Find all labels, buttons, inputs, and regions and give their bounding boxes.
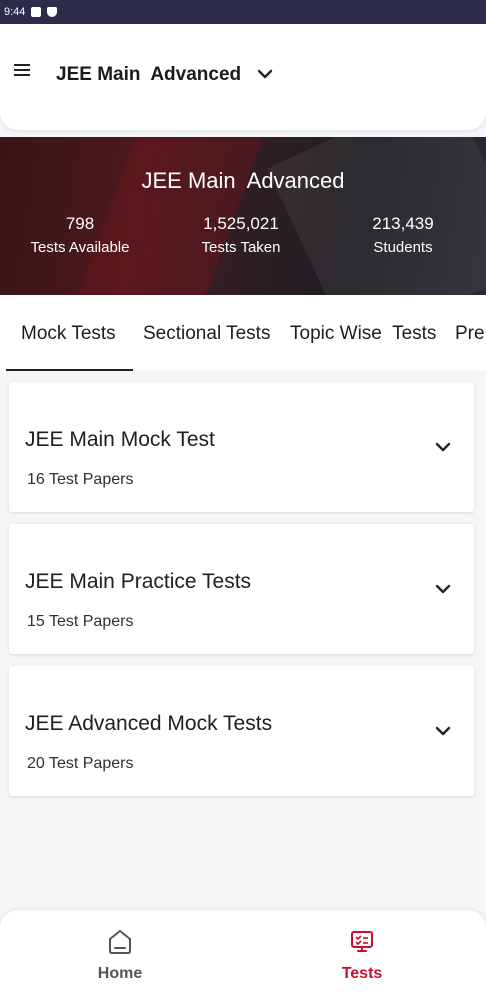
chevron-down-icon[interactable]	[434, 582, 452, 596]
test-group-title: JEE Advanced Mock Tests	[25, 712, 273, 735]
status-bar: 9:44	[0, 0, 486, 24]
nav-home-label: Home	[97, 965, 143, 982]
tab-mock-tests[interactable]: Mock Tests	[21, 323, 116, 345]
stat-value: 213,439	[372, 214, 434, 233]
test-group-title: JEE Main Practice Tests	[25, 570, 252, 593]
exam-selector-title[interactable]: JEE Main Advanced	[56, 64, 241, 86]
tab-topic-wise-tests[interactable]: Topic Wise Tests	[290, 323, 436, 345]
stat-students: 213,439 Students	[358, 214, 448, 256]
active-tab-indicator	[6, 369, 133, 371]
chevron-down-icon[interactable]	[434, 724, 452, 738]
tab-previous-papers[interactable]: Pre	[455, 323, 485, 345]
chevron-down-icon[interactable]	[434, 440, 452, 454]
nav-tests[interactable]: Tests	[302, 928, 422, 983]
app-bar: JEE Main Advanced	[0, 24, 486, 130]
stat-label: Tests Taken	[201, 239, 281, 256]
test-group-card[interactable]: JEE Main Mock Test 16 Test Papers	[9, 382, 474, 512]
test-group-count: 16 Test Papers	[27, 471, 134, 488]
shield-icon	[47, 7, 58, 17]
tab-sectional-tests[interactable]: Sectional Tests	[143, 323, 270, 345]
test-group-count: 20 Test Papers	[27, 755, 134, 772]
stat-tests-available: 798 Tests Available	[22, 214, 138, 256]
hero-title: JEE Main Advanced	[141, 168, 345, 193]
stat-tests-taken: 1,525,021 Tests Taken	[186, 214, 296, 256]
nav-tests-label: Tests	[341, 965, 383, 982]
stat-value: 798	[65, 214, 95, 233]
status-time: 9:44	[4, 6, 26, 18]
test-group-card[interactable]: JEE Advanced Mock Tests 20 Test Papers	[9, 666, 474, 796]
stat-value: 1,525,021	[203, 214, 279, 233]
home-icon	[109, 930, 131, 954]
notification-icon	[31, 7, 42, 17]
stat-label: Tests Available	[30, 239, 130, 256]
bottom-navigation: Home Tests	[0, 910, 486, 1000]
hero-banner: JEE Main Advanced 798 Tests Available 1,…	[0, 137, 486, 295]
nav-home[interactable]: Home	[60, 928, 180, 983]
test-group-card[interactable]: JEE Main Practice Tests 15 Test Papers	[9, 524, 474, 654]
test-group-title: JEE Main Mock Test	[25, 428, 215, 451]
test-group-count: 15 Test Papers	[27, 613, 134, 630]
test-category-tabs: Mock Tests Sectional Tests Topic Wise Te…	[0, 295, 486, 371]
hamburger-menu-icon[interactable]	[14, 64, 30, 76]
stat-label: Students	[373, 239, 433, 256]
tests-icon	[351, 931, 373, 952]
chevron-down-icon[interactable]	[255, 66, 275, 82]
